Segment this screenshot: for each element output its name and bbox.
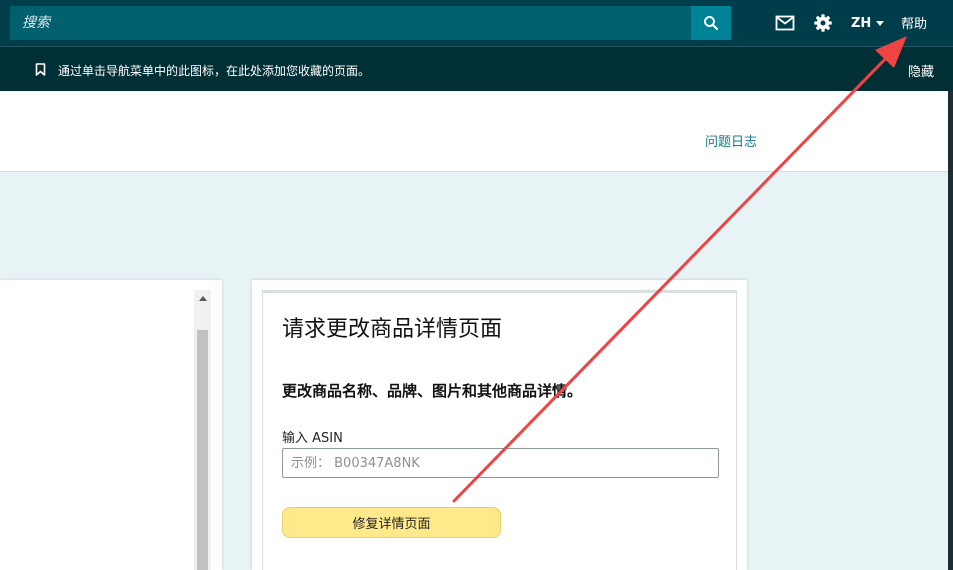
- gear-icon: [814, 14, 832, 32]
- card-body: 请求更改商品详情页面 更改商品名称、品牌、图片和其他商品详情。 输入 ASIN …: [262, 290, 737, 570]
- left-panel: [0, 280, 222, 570]
- bookmark-message: 通过单击导航菜单中的此图标，在此处添加您收藏的页面。: [58, 64, 371, 78]
- chevron-down-icon: [876, 20, 885, 26]
- window-edge: [948, 91, 953, 570]
- fix-detail-page-button[interactable]: 修复详情页面: [282, 507, 501, 538]
- bookmark-bar: 通过单击导航菜单中的此图标，在此处添加您收藏的页面。 隐藏: [0, 46, 953, 91]
- mail-button[interactable]: [773, 11, 797, 35]
- hide-link[interactable]: 隐藏: [908, 61, 934, 80]
- scrollbar[interactable]: [194, 290, 211, 570]
- card-subtitle: 更改商品名称、品牌、图片和其他商品详情。: [282, 382, 583, 400]
- search-button[interactable]: [691, 6, 731, 40]
- scroll-thumb[interactable]: [197, 330, 208, 570]
- scroll-up-button[interactable]: [194, 290, 211, 307]
- scroll-up-icon: [198, 296, 207, 301]
- language-label: ZH: [851, 15, 872, 31]
- page-header: 问题日志: [0, 91, 948, 172]
- search-icon: [704, 16, 719, 31]
- settings-button[interactable]: [811, 11, 835, 35]
- top-navigation-bar: ZH 帮助: [0, 0, 953, 46]
- language-selector[interactable]: ZH: [851, 14, 885, 32]
- search-input[interactable]: [10, 6, 691, 40]
- help-link[interactable]: 帮助: [901, 13, 927, 32]
- card-title: 请求更改商品详情页面: [282, 317, 503, 342]
- mail-icon: [775, 15, 795, 31]
- asin-label: 输入 ASIN: [282, 431, 343, 446]
- bookmark-icon: [35, 63, 46, 76]
- request-change-card: 请求更改商品详情页面 更改商品名称、品牌、图片和其他商品详情。 输入 ASIN …: [252, 280, 747, 570]
- asin-input[interactable]: [282, 448, 719, 478]
- issue-log-link[interactable]: 问题日志: [705, 131, 757, 150]
